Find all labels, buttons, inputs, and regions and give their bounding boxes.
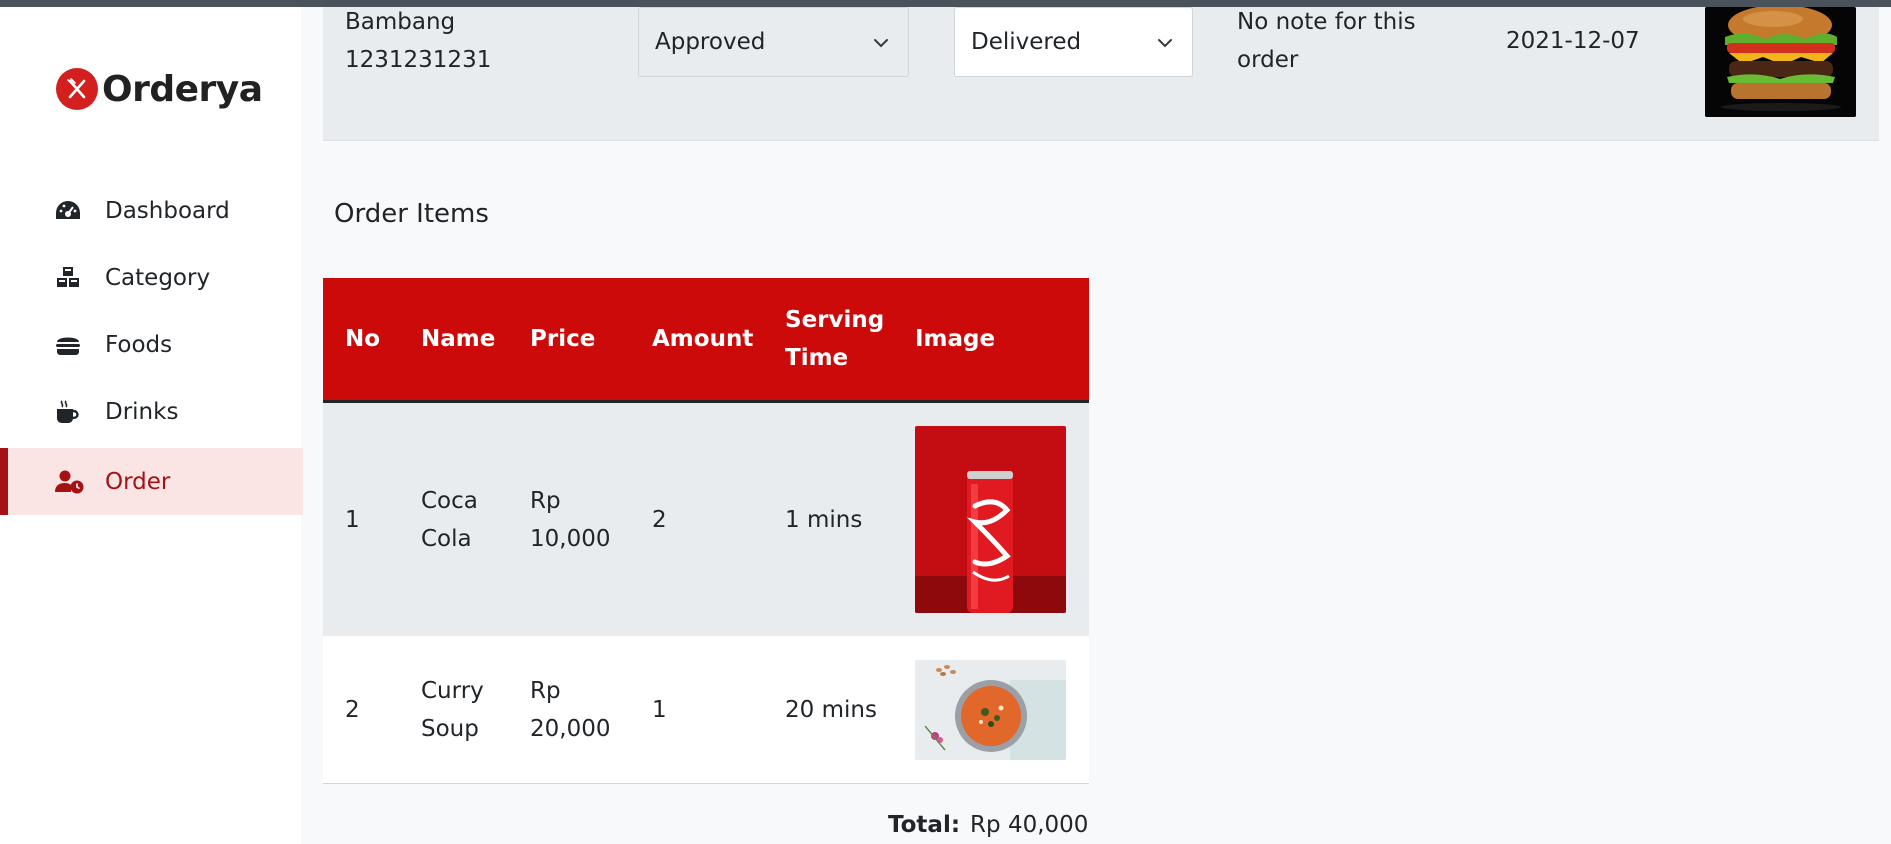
- order-summary-row: Bambang 1231231231 Approved Delivered No…: [323, 0, 1879, 141]
- cell-no: 1: [323, 401, 399, 636]
- customer-cell: Bambang 1231231231: [345, 3, 491, 79]
- cell-amount: 1: [630, 636, 763, 784]
- price-line: Rp: [530, 487, 561, 514]
- brand-logo[interactable]: Orderya: [56, 68, 263, 110]
- cell-serving-time: 20 mins: [763, 636, 893, 784]
- column-header-no: No: [323, 278, 399, 403]
- sidebar-item-label: Category: [105, 264, 211, 291]
- name-line: Curry: [421, 677, 484, 704]
- order-burger-image: [1705, 7, 1856, 117]
- burger-icon: [56, 337, 80, 355]
- sidebar-item-foods[interactable]: Foods: [0, 311, 303, 378]
- total-value: Rp 40,000: [970, 812, 1089, 838]
- curry-soup-image: [915, 659, 1066, 760]
- order-date: 2021-12-07: [1506, 28, 1640, 54]
- cell-amount: 2: [630, 401, 763, 636]
- coffee-mug-icon: [57, 400, 79, 423]
- total-label: Total:: [888, 812, 961, 838]
- order-note: No note for this order: [1237, 3, 1416, 79]
- sidebar-item-label: Order: [105, 468, 171, 495]
- price-line: 10,000: [530, 525, 611, 552]
- price-line: 20,000: [530, 715, 611, 742]
- cell-name: Curry Soup: [399, 636, 508, 784]
- chevron-down-icon: [874, 39, 888, 48]
- user-clock-icon: [55, 470, 84, 494]
- fork-knife-logo-icon: [56, 68, 98, 110]
- sidebar-item-dashboard[interactable]: Dashboard: [0, 177, 303, 244]
- customer-phone: 1231231231: [345, 47, 492, 73]
- header-line: Serving: [785, 307, 885, 333]
- sidebar-item-label: Dashboard: [105, 197, 230, 224]
- column-header-name: Name: [399, 278, 508, 403]
- cell-price: Rp 20,000: [508, 636, 630, 784]
- brand-name: Orderya: [102, 68, 263, 110]
- chevron-down-icon: [1158, 39, 1172, 48]
- sidebar-item-label: Drinks: [105, 398, 179, 425]
- column-header-image: Image: [893, 278, 1089, 403]
- sidebar: Orderya Dashboard Category Foods Drinks …: [0, 0, 303, 844]
- cell-image: [893, 401, 1089, 636]
- name-line: Coca: [421, 487, 478, 514]
- dashboard-gauge-icon: [56, 201, 80, 219]
- table-header-row: No Name Price Amount Serving Time Image: [323, 278, 1089, 403]
- sidebar-item-category[interactable]: Category: [0, 244, 303, 311]
- cell-serving-time: 1 mins: [763, 401, 893, 636]
- cell-price: Rp 10,000: [508, 401, 630, 636]
- name-line: Soup: [421, 715, 479, 742]
- cell-image: [893, 636, 1089, 784]
- cell-no: 2: [323, 636, 399, 784]
- order-items-title: Order Items: [334, 199, 489, 229]
- note-line: order: [1237, 47, 1299, 73]
- cubes-icon: [57, 267, 79, 287]
- sidebar-item-order[interactable]: Order: [0, 448, 303, 515]
- price-line: Rp: [530, 677, 561, 704]
- table-row: 1 Coca Cola Rp 10,000 2 1 mins: [323, 401, 1089, 636]
- table-row: 2 Curry Soup Rp 20,000 1 20 mins: [323, 636, 1089, 784]
- column-header-price: Price: [508, 278, 630, 403]
- customer-name: Bambang: [345, 9, 456, 35]
- delivery-status-select[interactable]: Delivered: [954, 7, 1193, 77]
- delivery-status-value: Delivered: [971, 29, 1082, 55]
- coca-cola-image: [915, 426, 1066, 613]
- column-header-amount: Amount: [630, 278, 763, 403]
- header-line: Time: [785, 345, 849, 371]
- browser-top-edge: [0, 0, 1891, 7]
- column-header-serving-time: Serving Time: [763, 278, 893, 403]
- cell-name: Coca Cola: [399, 401, 508, 636]
- payment-status-select[interactable]: Approved: [638, 7, 909, 77]
- order-total: Total: Rp 40,000: [888, 812, 1088, 838]
- name-line: Cola: [421, 525, 472, 552]
- note-line: No note for this: [1237, 9, 1416, 35]
- payment-status-value: Approved: [655, 29, 766, 55]
- sidebar-item-label: Foods: [105, 331, 173, 358]
- order-items-table: No Name Price Amount Serving Time Image …: [323, 278, 1089, 784]
- sidebar-item-drinks[interactable]: Drinks: [0, 378, 303, 445]
